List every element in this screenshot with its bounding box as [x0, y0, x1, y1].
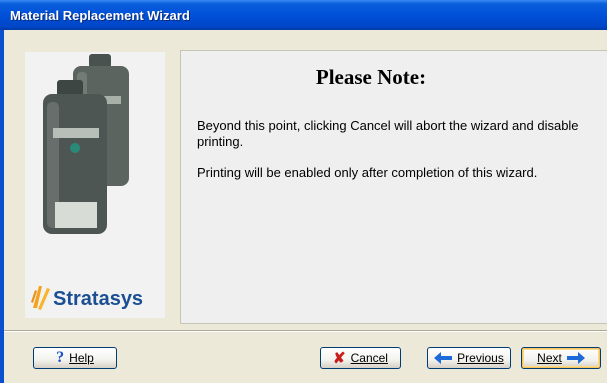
previous-button[interactable]: Previous	[427, 347, 511, 369]
cancel-button-label: Cancel	[350, 351, 388, 365]
material-image-panel: Stratasys	[25, 52, 165, 318]
stratasys-logo-text: Stratasys	[53, 288, 144, 310]
red-x-icon: ✘	[333, 350, 346, 367]
left-arrow-icon	[434, 352, 453, 364]
title-bar[interactable]: Material Replacement Wizard	[0, 0, 607, 30]
previous-button-label: Previous	[457, 351, 504, 365]
note-title: Please Note:	[315, 65, 427, 89]
help-button[interactable]: ? Help	[33, 347, 117, 369]
right-arrow-icon	[566, 352, 585, 364]
material-cartridges-image	[43, 54, 129, 234]
note-paragraph-1: Beyond this point, clicking Cancel will …	[197, 118, 579, 149]
cancel-button[interactable]: ✘ Cancel	[320, 347, 401, 369]
window-title: Material Replacement Wizard	[10, 8, 190, 23]
help-question-icon: ?	[56, 349, 65, 366]
help-button-label: Help	[69, 351, 94, 365]
wizard-window: Material Replacement Wizard Stratasys Pl…	[0, 0, 607, 383]
front-cartridge	[43, 80, 107, 234]
note-paragraph-2: Printing will be enabled only after comp…	[197, 165, 538, 180]
next-button-label: Next	[537, 351, 562, 365]
next-button[interactable]: Next	[521, 347, 601, 369]
button-bar-separator	[4, 330, 607, 332]
note-panel: Please Note: Beyond this point, clicking…	[180, 50, 607, 324]
